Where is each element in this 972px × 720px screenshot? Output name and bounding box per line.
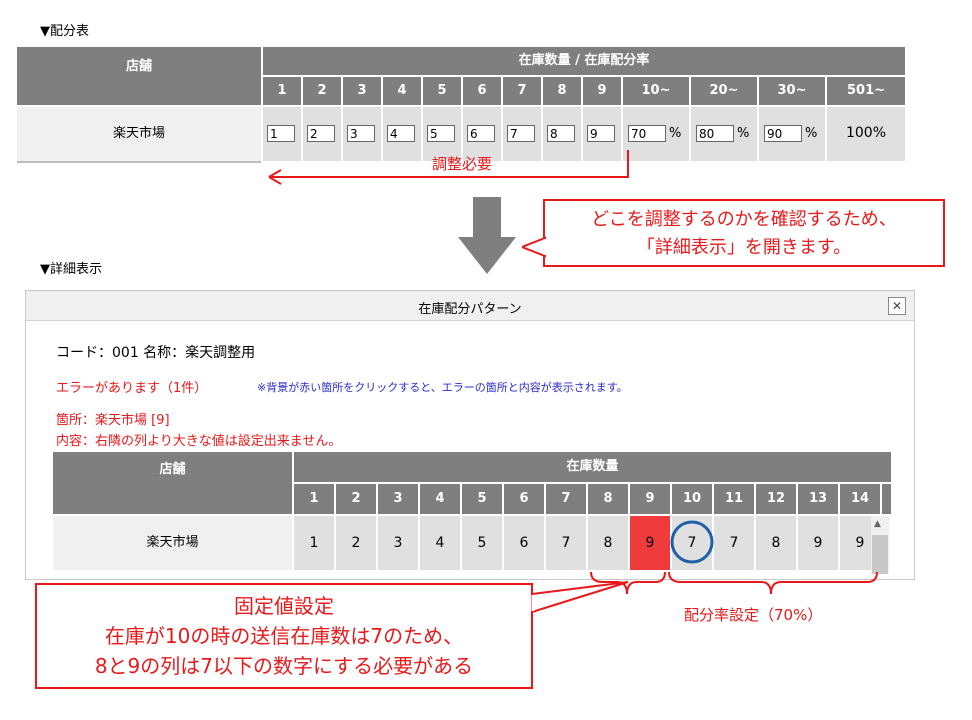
store-header-label: 店舗 — [125, 59, 152, 74]
section-label-detail: ▼詳細表示 — [40, 262, 102, 277]
error-location: 箇所：楽天市場 [9] — [56, 413, 170, 428]
error-cell[interactable]: 9 — [630, 516, 670, 570]
highlight-circle — [670, 520, 714, 564]
row-divider — [17, 161, 261, 163]
callout-open-detail: どこを調整するのかを確認するため、 「詳細表示」を開きます。 — [543, 199, 945, 267]
detail-col-header: 8 — [588, 484, 628, 514]
detail-col-header: 9 — [630, 484, 670, 514]
qty-input[interactable]: 1 — [267, 125, 295, 142]
detail-store-row-label: 楽天市場 — [53, 516, 292, 570]
ratio-input[interactable]: 70 — [628, 125, 666, 142]
top-col-header: 1 — [263, 77, 301, 105]
top-col-header: 30~ — [759, 77, 825, 105]
callout-fixed-line-3: 8と9の列は7以下の数字にする必要がある — [94, 654, 474, 678]
detail-cell: 2 — [336, 516, 376, 570]
detail-col-header: 6 — [504, 484, 544, 514]
top-col-header: 10~ — [623, 77, 689, 105]
detail-col-header: 12 — [756, 484, 796, 514]
percent-sign: % — [669, 126, 682, 141]
qty-input[interactable]: 3 — [347, 125, 375, 142]
callout-pointer — [522, 236, 546, 258]
detail-cell: 3 — [378, 516, 418, 570]
percent-sign: % — [805, 126, 818, 141]
code-line: コード：001 名称：楽天調整用 — [56, 345, 256, 361]
scrollbar-thumb[interactable] — [872, 535, 888, 574]
callout-fixed-value: 固定値設定 在庫が10の時の送信在庫数は7のため、 8と9の列は7以下の数字にす… — [35, 583, 533, 689]
callout-fixed-line-2: 在庫が10の時の送信在庫数は7のため、 — [104, 624, 464, 648]
top-col-header: 6 — [463, 77, 501, 105]
top-col-header: 501~ — [827, 77, 905, 105]
qty-input[interactable]: 7 — [507, 125, 535, 142]
qty-input[interactable]: 9 — [587, 125, 615, 142]
qty-input[interactable]: 5 — [427, 125, 455, 142]
detail-col-header: 7 — [546, 484, 586, 514]
qty-input[interactable]: 4 — [387, 125, 415, 142]
top-col-header: 20~ — [691, 77, 757, 105]
top-col-header: 2 — [303, 77, 341, 105]
error-content: 内容：右隣の列より大きな値は設定出来ません。 — [56, 434, 342, 449]
qty-input[interactable]: 6 — [467, 125, 495, 142]
qty-input[interactable]: 8 — [547, 125, 575, 142]
store-header: 店舗 — [17, 47, 261, 105]
top-col-header: 4 — [383, 77, 421, 105]
qty-header: 在庫数量 / 在庫配分率 — [263, 47, 905, 75]
callout-fixed-pointer — [531, 581, 629, 614]
section-label-distribution: ▼配分表 — [40, 24, 89, 39]
detail-cell: 4 — [420, 516, 460, 570]
top-col-header: 8 — [543, 77, 581, 105]
detail-col-header: 1 — [294, 484, 334, 514]
detail-col-header: 10 — [672, 484, 712, 514]
qty-input[interactable]: 2 — [307, 125, 335, 142]
detail-store-header: 店舗 — [53, 452, 292, 514]
callout-line-1: どこを調整するのかを確認するため、 — [591, 209, 897, 230]
ratio-input[interactable]: 90 — [764, 125, 802, 142]
detail-col-header: 13 — [798, 484, 838, 514]
adjust-label: 調整必要 — [432, 155, 493, 173]
detail-col-header: 3 — [378, 484, 418, 514]
scroll-up-icon[interactable]: ▲ — [874, 519, 881, 529]
detail-col-header: 2 — [336, 484, 376, 514]
top-col-header: 7 — [503, 77, 541, 105]
ratio-input[interactable]: 80 — [696, 125, 734, 142]
dialog-title: 在庫配分パターン — [418, 302, 522, 317]
down-arrow-icon — [458, 197, 516, 274]
detail-cell: 7 — [714, 516, 754, 570]
error-hint: ※背景が赤い箇所をクリックすると、エラーの箇所と内容が表示されます。 — [257, 381, 628, 394]
top-col-header: 9 — [583, 77, 621, 105]
detail-cell: 8 — [588, 516, 628, 570]
detail-col-header: 4 — [420, 484, 460, 514]
detail-cell: 5 — [462, 516, 502, 570]
detail-col-header: 14 — [840, 484, 880, 514]
store-row-label: 楽天市場 — [17, 107, 261, 161]
detail-cell: 9 — [798, 516, 838, 570]
detail-cell: 1 — [294, 516, 334, 570]
callout-line-2: 「詳細表示」を開きます。 — [636, 237, 852, 258]
top-col-header: 3 — [343, 77, 381, 105]
close-button[interactable]: ✕ — [888, 297, 906, 315]
percent-sign: % — [737, 126, 750, 141]
ratio-label: 配分率設定（70%） — [684, 606, 823, 624]
detail-qty-header: 在庫数量 — [294, 452, 891, 482]
top-col-header: 5 — [423, 77, 461, 105]
detail-cell: 8 — [756, 516, 796, 570]
detail-col-header: 11 — [714, 484, 754, 514]
last-ratio-value: 100% — [845, 125, 887, 141]
detail-store-header-label: 店舗 — [159, 462, 186, 477]
detail-col-header-overflow — [882, 484, 891, 514]
detail-cell: 6 — [504, 516, 544, 570]
detail-col-header: 5 — [462, 484, 502, 514]
detail-cell: 7 — [546, 516, 586, 570]
callout-fixed-title: 固定値設定 — [234, 594, 334, 618]
error-title: エラーがあります（1件） — [56, 381, 208, 396]
